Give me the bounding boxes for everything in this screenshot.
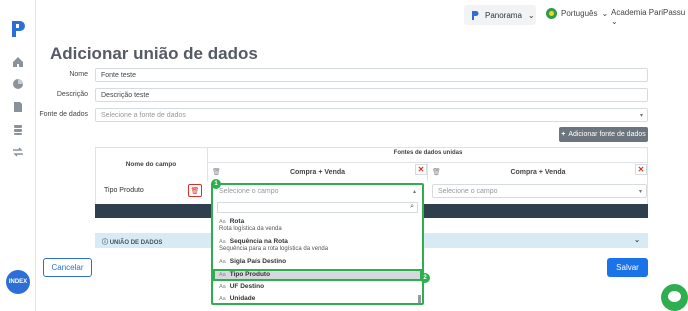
step-marker-2: 2	[420, 273, 430, 283]
add-data-source-label: Adicionar fonte de dados	[568, 131, 646, 138]
field-select-2-placeholder: Selecione o campo	[438, 188, 498, 195]
database-icon[interactable]	[12, 124, 24, 136]
field-select-dropdown[interactable]: Selecione o campo ▴ ⌕ Aa Rota Rota logíst…	[211, 183, 424, 305]
source-column-2: Compra + Venda	[428, 162, 648, 181]
source-column-1: Compra + Venda	[208, 162, 428, 181]
trash-icon[interactable]: 🗑	[212, 168, 221, 176]
list-item[interactable]: Aa UF Destino	[219, 283, 416, 290]
data-source-placeholder: Selecione a fonte de dados	[101, 112, 186, 119]
option-description: Rota logística da venda	[219, 226, 282, 232]
home-icon[interactable]	[12, 56, 24, 68]
source-column-1-label: Compra + Venda	[289, 168, 346, 176]
cancel-button[interactable]: Cancelar	[43, 258, 92, 277]
remove-source-2-button[interactable]: ✕	[635, 164, 647, 175]
row-field-name: Tipo Produto	[104, 187, 144, 194]
step-marker-1: 1	[211, 179, 221, 189]
list-item[interactable]: Aa Rota Rota logística da venda	[219, 218, 416, 232]
option-name: Sigla País Destino	[229, 258, 287, 265]
field-name-header: Nome do campo	[95, 147, 208, 181]
source-column-2-label: Compra + Venda	[510, 168, 566, 176]
joined-sources-header: Fontes de dados unidas	[393, 150, 463, 156]
caret-down-icon: ▾	[639, 113, 643, 119]
text-type-icon: Aa	[219, 219, 226, 225]
topbar: Panorama ⌄ Português ⌄ Academia PariPass…	[36, 0, 688, 30]
option-name: Rota	[229, 218, 245, 225]
option-name: UF Destino	[229, 283, 265, 290]
info-icon: ⓘ	[102, 240, 109, 246]
chevron-down-icon: ⌄	[527, 10, 535, 20]
chevron-down-icon: ⌄	[611, 17, 618, 26]
text-type-icon: Aa	[219, 284, 226, 290]
chevron-down-icon: ⌄	[601, 9, 609, 18]
option-description: Sequência para a rota logística da venda	[219, 246, 329, 252]
list-item[interactable]: Aa Sequência na Rota Sequência para a rot…	[219, 238, 416, 252]
caret-up-icon: ▴	[412, 189, 416, 195]
user-menu[interactable]: Academia PariPassu ⌄	[611, 8, 688, 26]
field-select-1-placeholder: Selecione o campo	[219, 188, 279, 195]
chevron-down-icon: ⌄	[634, 237, 640, 244]
add-data-source-button[interactable]: + Adicionar fonte de dados	[559, 127, 648, 142]
paripassu-logo	[12, 21, 25, 37]
panorama-dropdown[interactable]: Panorama ⌄	[464, 5, 536, 25]
index-badge-label: INDEX	[8, 278, 28, 285]
description-field[interactable]: Descrição teste	[95, 88, 648, 102]
trash-icon: 🗑	[190, 187, 200, 195]
language-selector[interactable]: Português ⌄	[546, 8, 608, 19]
field-select-2[interactable]: Selecione o campo ▾	[432, 184, 647, 198]
remove-source-1-button[interactable]: ✕	[415, 164, 427, 175]
field-select-1[interactable]: Selecione o campo ▴	[215, 186, 420, 199]
dropdown-search-input[interactable]: ⌕	[217, 202, 418, 213]
option-name: Sequência na Rota	[229, 238, 288, 245]
search-icon: ⌕	[410, 203, 414, 210]
sidebar: INDEX	[0, 0, 36, 311]
panorama-logo-icon	[472, 10, 479, 20]
language-label: Português	[561, 9, 598, 18]
name-field[interactable]: Fonte teste	[95, 68, 648, 82]
option-name: Unidade	[229, 295, 256, 302]
delete-row-button[interactable]: 🗑	[188, 184, 202, 197]
data-source-label: Fonte de dados	[39, 111, 88, 118]
text-type-icon: Aa	[219, 296, 226, 302]
close-icon: ✕	[637, 165, 645, 174]
text-type-icon: Aa	[219, 239, 226, 245]
data-union-label: UNIÃO DE DADOS	[109, 240, 163, 246]
list-item[interactable]: Aa Unidade	[219, 295, 416, 302]
page-title: Adicionar união de dados	[50, 44, 258, 63]
pie-chart-icon[interactable]	[12, 78, 24, 90]
save-button[interactable]: Salvar	[607, 258, 648, 277]
dropdown-scrollbar[interactable]	[418, 295, 421, 303]
option-name: Tipo Produto	[229, 271, 271, 278]
list-item[interactable]: Aa Sigla País Destino	[219, 258, 416, 265]
exchange-icon[interactable]	[12, 146, 24, 158]
trash-icon[interactable]: 🗑	[432, 168, 441, 176]
text-type-icon: Aa	[219, 259, 226, 265]
plus-icon: +	[561, 131, 566, 138]
list-item-selected[interactable]: Aa Tipo Produto	[219, 271, 416, 278]
index-badge[interactable]: INDEX	[6, 270, 30, 294]
description-label: Descrição	[56, 91, 88, 98]
user-label: Academia PariPassu	[611, 8, 686, 17]
close-icon: ✕	[417, 165, 425, 174]
data-source-select[interactable]: Selecione a fonte de dados ▾	[95, 108, 648, 122]
text-type-icon: Aa	[219, 272, 226, 278]
chat-icon[interactable]	[661, 284, 688, 311]
brazil-flag-icon	[546, 8, 557, 19]
panorama-label: Panorama	[485, 10, 522, 20]
name-label: Nome	[69, 71, 88, 78]
document-icon[interactable]	[12, 101, 24, 113]
caret-down-icon: ▾	[638, 189, 642, 195]
